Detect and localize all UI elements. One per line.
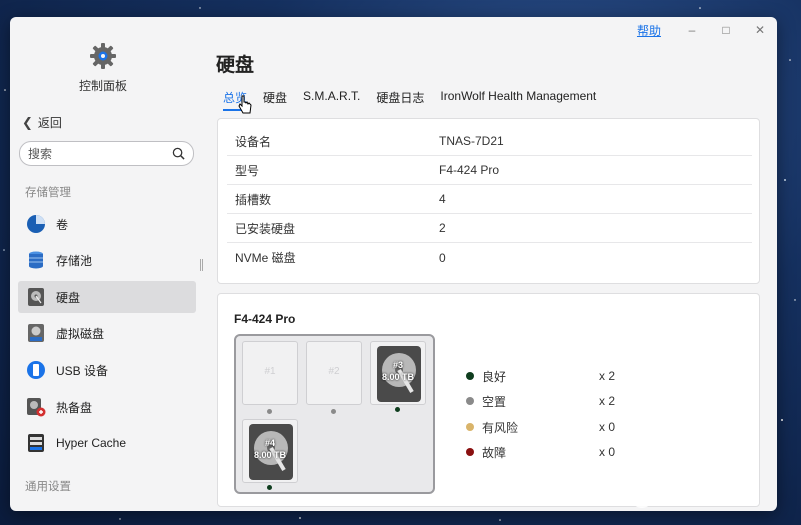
minimize-button[interactable]: – (675, 23, 709, 37)
tab-disk-log[interactable]: 硬盘日志 (376, 89, 424, 110)
slot-3-status-led (395, 407, 400, 412)
hand-cursor-icon (238, 95, 252, 114)
storage-pool-icon (26, 250, 46, 270)
help-link[interactable]: 帮助 (637, 22, 661, 39)
usb-icon (26, 360, 46, 380)
sidebar-item-label: 热备盘 (56, 400, 93, 415)
disk-bay-card: F4-424 Pro #1 #2 #3 8.00 TB #4 8.00 TB 良… (217, 293, 760, 507)
disk-slot-1[interactable]: #1 (242, 341, 298, 405)
info-key: 插槽数 (235, 192, 272, 207)
legend-row-at-risk: 有风险 x 0 (466, 419, 615, 435)
sidebar-item-label: 硬盘 (56, 290, 81, 305)
tab-bar: 总览 硬盘 S.M.A.R.T. 硬盘日志 IronWolf Health Ma… (223, 89, 612, 111)
legend-count: x 2 (599, 394, 616, 408)
pie-icon (26, 214, 46, 234)
tab-hard-disk[interactable]: 硬盘 (263, 89, 287, 110)
nas-enclosure: #1 #2 #3 8.00 TB #4 8.00 TB (234, 334, 435, 494)
chevron-left-icon: ❮ (22, 114, 33, 130)
device-info-card: 设备名 TNAS-7D21 型号 F4-424 Pro 插槽数 4 已安装硬盘 … (217, 118, 760, 284)
info-key: 已安装硬盘 (235, 221, 296, 236)
bay-title: F4-424 Pro (234, 312, 296, 326)
slot-2-status-led (331, 409, 336, 414)
sidebar-item-virtual-disk[interactable]: 虚拟磁盘 (18, 317, 196, 349)
info-value: 2 (439, 221, 446, 235)
sidebar-item-volume[interactable]: 卷 (18, 208, 196, 240)
control-panel-title: 控制面板 (78, 79, 127, 93)
disk-capacity: 8.00 TB (381, 372, 414, 382)
sidebar-resize-handle[interactable] (200, 259, 203, 271)
info-row-slots: 插槽数 4 (227, 185, 752, 214)
virtual-disk-icon (26, 323, 46, 343)
sidebar-item-storage-pool[interactable]: 存储池 (18, 244, 196, 276)
status-dot-failed (466, 448, 474, 456)
search-icon[interactable] (172, 147, 185, 160)
slot-number: #1 (264, 366, 276, 377)
sidebar-item-hard-disk[interactable]: 硬盘 (18, 281, 196, 313)
sidebar-item-hot-spare[interactable]: 热备盘 (18, 391, 196, 423)
info-row-model: 型号 F4-424 Pro (227, 156, 752, 185)
legend-label: 空置 (482, 394, 507, 409)
window-titlebar: 帮助 – □ ✕ (637, 17, 777, 43)
disk-capacity: 8.00 TB (253, 450, 286, 460)
info-key: 设备名 (235, 134, 272, 149)
maximize-button[interactable]: □ (709, 23, 743, 37)
disk-slot-3[interactable]: #3 8.00 TB (370, 341, 426, 405)
legend-row-empty: 空置 x 2 (466, 393, 615, 409)
info-key: 型号 (235, 163, 260, 178)
back-button[interactable]: ❮ 返回 (22, 114, 62, 131)
watermark-text: 什么值得买 (659, 489, 744, 508)
slot-4-status-led (267, 485, 272, 490)
info-row-device-name: 设备名 TNAS-7D21 (227, 127, 752, 156)
section-label-general: 通用设置 (25, 481, 71, 493)
control-panel-header: 控制面板 (10, 41, 196, 94)
status-dot-at-risk (466, 423, 474, 431)
hot-spare-icon (26, 397, 46, 417)
legend-label: 良好 (482, 369, 507, 384)
search-input[interactable]: 搜索 (19, 141, 194, 166)
info-row-nvme-disks: NVMe 磁盘 0 (227, 243, 752, 272)
slot-number: #3 (392, 360, 403, 370)
sidebar-item-label: 虚拟磁盘 (56, 326, 105, 341)
search-placeholder: 搜索 (28, 147, 53, 161)
info-row-installed-disks: 已安装硬盘 2 (227, 214, 752, 243)
hyper-cache-icon (26, 433, 46, 453)
slot-1-status-led (267, 409, 272, 414)
watermark-badge: 值 (631, 485, 653, 508)
gear-icon (90, 43, 116, 69)
sidebar-item-hyper-cache[interactable]: Hyper Cache (18, 427, 196, 459)
slot-number: #4 (264, 438, 275, 448)
info-key: NVMe 磁盘 (235, 251, 296, 265)
tab-smart[interactable]: S.M.A.R.T. (303, 89, 360, 110)
close-button[interactable]: ✕ (743, 23, 777, 37)
sidebar-item-label: 存储池 (56, 253, 93, 268)
status-dot-empty (466, 397, 474, 405)
sidebar-item-label: 卷 (56, 217, 69, 232)
site-watermark: 值 什么值得买 (631, 484, 744, 509)
sidebar-item-label: USB 设备 (56, 363, 109, 378)
legend-label: 有风险 (482, 420, 519, 435)
legend-count: x 0 (599, 445, 616, 459)
disk-slot-4[interactable]: #4 8.00 TB (242, 419, 298, 483)
control-panel-window: 帮助 – □ ✕ 控制面板 ❮ 返回 搜索 存储管理 卷 存储池 硬盘 虚拟磁盘… (10, 17, 777, 511)
info-value: 4 (439, 192, 446, 206)
legend-count: x 2 (599, 369, 616, 383)
status-dot-good (466, 372, 474, 380)
page-title: 硬盘 (216, 55, 255, 76)
legend-row-failed: 故障 x 0 (466, 444, 615, 460)
tab-ironwolf-health[interactable]: IronWolf Health Management (440, 89, 596, 110)
back-label: 返回 (37, 116, 62, 130)
slot-number: #2 (328, 366, 340, 377)
sidebar: 控制面板 ❮ 返回 搜索 存储管理 卷 存储池 硬盘 虚拟磁盘 USB 设备 热… (10, 17, 196, 511)
legend-row-good: 良好 x 2 (466, 368, 615, 384)
info-value: TNAS-7D21 (439, 134, 504, 148)
info-value: 0 (439, 250, 446, 265)
sidebar-item-usb-device[interactable]: USB 设备 (18, 354, 196, 386)
legend-label: 故障 (482, 445, 507, 460)
disk-slot-2[interactable]: #2 (306, 341, 362, 405)
legend-count: x 0 (599, 420, 616, 434)
section-label-storage: 存储管理 (25, 187, 71, 199)
hard-disk-icon (26, 287, 46, 307)
info-value: F4-424 Pro (439, 163, 500, 177)
sidebar-item-label: Hyper Cache (56, 436, 127, 450)
